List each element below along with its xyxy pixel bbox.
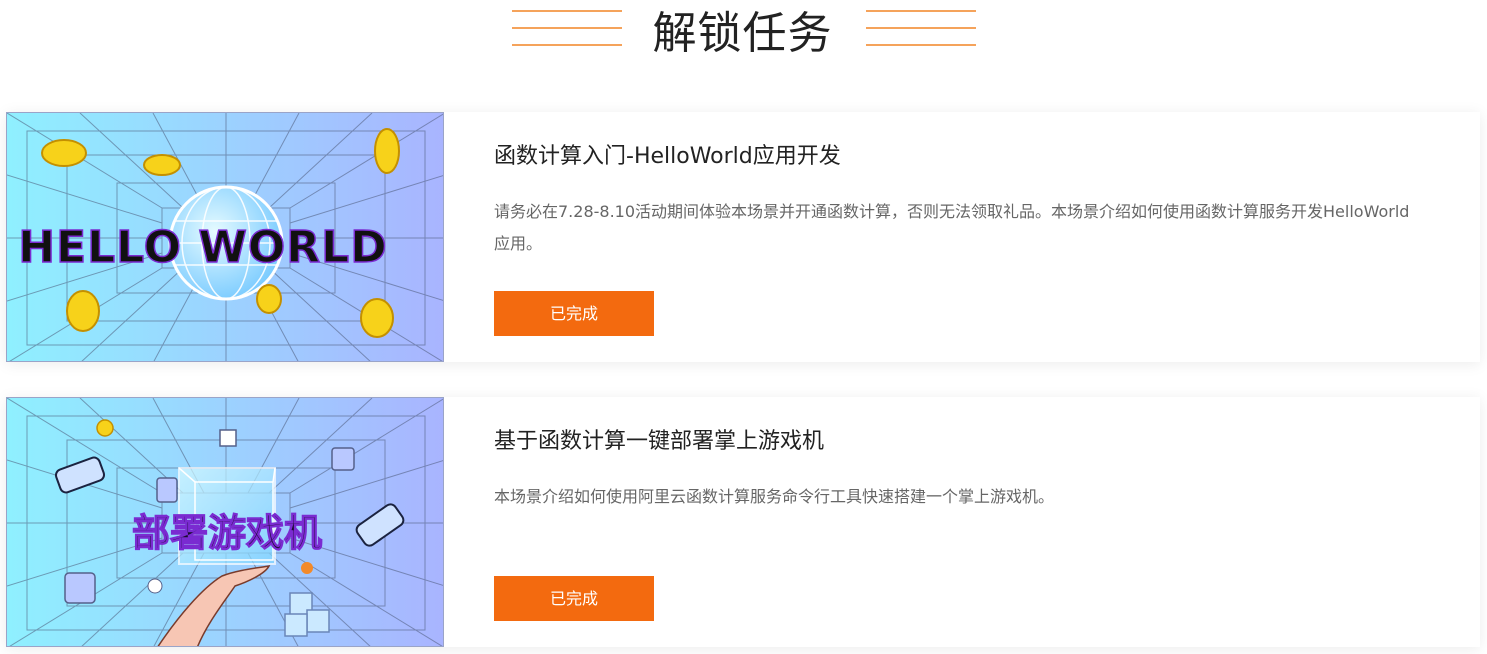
task-description: 请务必在7.28-8.10活动期间体验本场景并开通函数计算，否则无法领取礼品。本… (494, 202, 1410, 253)
header-decoration-left (512, 10, 622, 61)
section-header: 解锁任务 (0, 0, 1487, 80)
task-thumbnail[interactable]: 部署游戏机 (6, 397, 444, 647)
task-completed-button[interactable]: 已完成 (494, 576, 654, 621)
task-description: 本场景介绍如何使用阿里云函数计算服务命令行工具快速搭建一个掌上游戏机。 (494, 487, 1055, 506)
thumbnail-text: 部署游戏机 (132, 511, 322, 555)
task-card: 部署游戏机 基于函数计算一键部署掌上游戏机 本场景介绍如何使用阿里云函数计算服务… (6, 397, 1480, 647)
thumbnail-text: HELLO WORLD (18, 222, 388, 273)
task-completed-button[interactable]: 已完成 (494, 291, 654, 336)
task-title: 基于函数计算一键部署掌上游戏机 (494, 429, 825, 454)
task-title: 函数计算入门-HelloWorld应用开发 (494, 144, 841, 169)
task-thumbnail[interactable]: HELLO WORLD (6, 112, 444, 362)
header-decoration-right (866, 10, 976, 61)
page-title: 解锁任务 (652, 8, 833, 59)
task-card: HELLO WORLD 函数计算入门-HelloWorld应用开发 请务必在7.… (6, 112, 1480, 362)
